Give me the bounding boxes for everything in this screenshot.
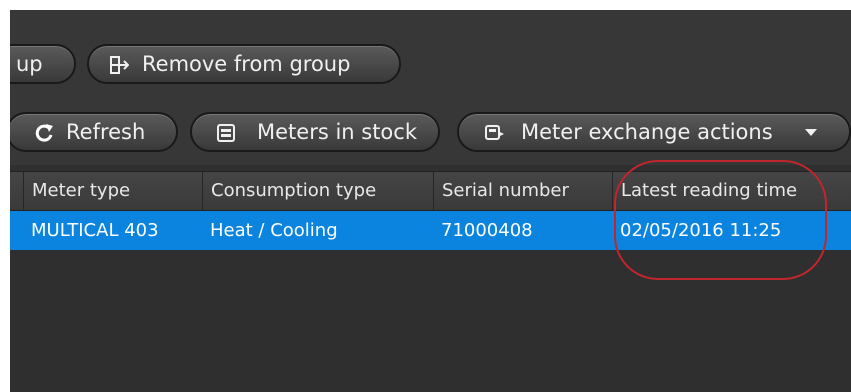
meters-in-stock-button[interactable]: Meters in stock <box>190 112 440 152</box>
remove-from-group-label: Remove from group <box>142 52 351 76</box>
add-to-group-label: up <box>16 52 43 76</box>
column-header-consumption-type[interactable]: Consumption type <box>202 172 433 210</box>
chevron-down-icon <box>805 129 817 136</box>
column-header-meter-type[interactable]: Meter type <box>23 172 202 210</box>
app-window: up Remove from group Refresh Meters in s… <box>10 10 851 392</box>
refresh-icon <box>35 124 53 142</box>
annotation-highlight-circle <box>614 160 827 280</box>
meters-in-stock-icon <box>217 124 235 142</box>
add-to-group-button[interactable]: up <box>10 44 76 84</box>
column-header-serial-number[interactable]: Serial number <box>433 172 612 210</box>
refresh-button[interactable]: Refresh <box>10 112 178 152</box>
cell-serial-number: 71000408 <box>441 220 533 241</box>
meter-exchange-actions-label: Meter exchange actions <box>521 120 773 144</box>
remove-from-group-button[interactable]: Remove from group <box>87 44 401 84</box>
meters-in-stock-label: Meters in stock <box>257 120 417 144</box>
remove-from-group-icon <box>110 56 129 74</box>
meter-exchange-actions-button[interactable]: Meter exchange actions <box>457 112 851 152</box>
meter-exchange-icon <box>485 125 504 140</box>
cell-consumption-type: Heat / Cooling <box>210 220 338 241</box>
cell-meter-type: MULTICAL 403 <box>31 220 159 241</box>
refresh-label: Refresh <box>66 120 146 144</box>
